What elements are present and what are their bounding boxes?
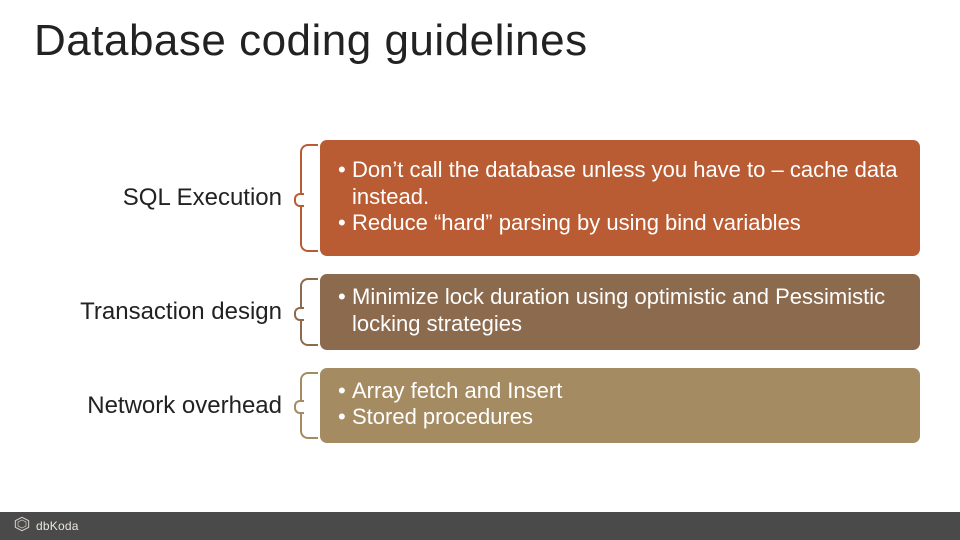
page-title: Database coding guidelines (34, 18, 926, 64)
bullet-item: • Stored procedures (338, 404, 902, 431)
logo-icon (14, 516, 30, 537)
bullet-item: • Don’t call the database unless you hav… (338, 157, 902, 211)
bullet-text: Minimize lock duration using optimistic … (352, 284, 902, 338)
slide: Database coding guidelines SQL Execution… (0, 0, 960, 540)
bullet-item: • Reduce “hard” parsing by using bind va… (338, 210, 902, 237)
bullet-dot-icon: • (338, 284, 352, 338)
bullet-text: Array fetch and Insert (352, 378, 902, 405)
section-transaction-design: Transaction design • Minimize lock durat… (60, 274, 920, 350)
footer-bar: dbKoda (0, 512, 960, 540)
section-label: Network overhead (60, 368, 292, 444)
bullet-item: • Minimize lock duration using optimisti… (338, 284, 902, 338)
bullet-text: Stored procedures (352, 404, 902, 431)
section-body: • Array fetch and Insert • Stored proced… (320, 368, 920, 444)
bullet-item: • Array fetch and Insert (338, 378, 902, 405)
bullet-text: Reduce “hard” parsing by using bind vari… (352, 210, 902, 237)
bullet-dot-icon: • (338, 404, 352, 431)
bullet-dot-icon: • (338, 157, 352, 211)
section-body: • Don’t call the database unless you hav… (320, 140, 920, 256)
bullet-dot-icon: • (338, 210, 352, 237)
bracket-icon (292, 140, 320, 256)
section-body: • Minimize lock duration using optimisti… (320, 274, 920, 350)
section-network-overhead: Network overhead • Array fetch and Inser… (60, 368, 920, 444)
section-sql-execution: SQL Execution • Don’t call the database … (60, 140, 920, 256)
bullet-dot-icon: • (338, 378, 352, 405)
bracket-icon (292, 368, 320, 444)
footer-brand: dbKoda (36, 519, 79, 533)
section-label: SQL Execution (60, 140, 292, 256)
bullet-text: Don’t call the database unless you have … (352, 157, 902, 211)
bracket-icon (292, 274, 320, 350)
content-rows: SQL Execution • Don’t call the database … (60, 140, 920, 443)
section-label: Transaction design (60, 274, 292, 350)
